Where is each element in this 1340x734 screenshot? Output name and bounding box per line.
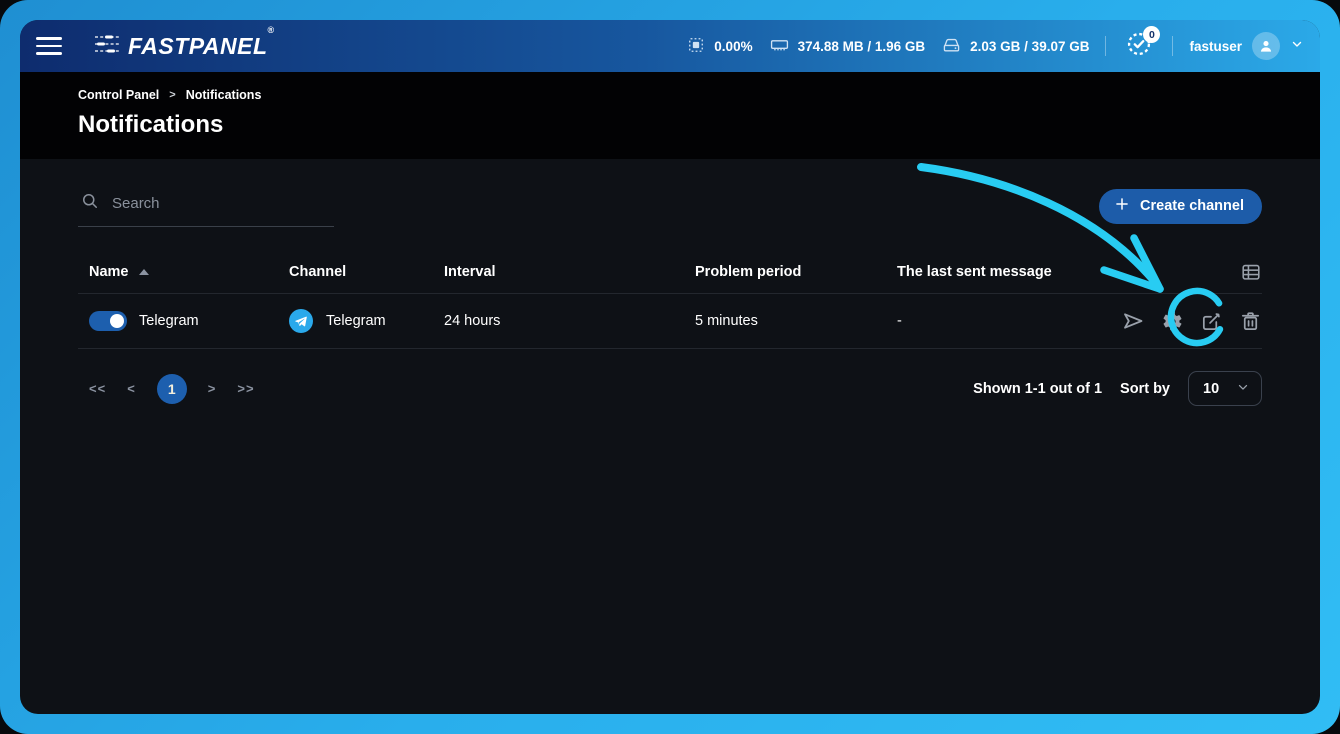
content: Create channel Name Channel Interval Pro… bbox=[20, 159, 1320, 406]
topbar: FASTPANEL® 0.00% bbox=[20, 20, 1320, 72]
telegram-icon bbox=[289, 309, 313, 333]
channel-name: Telegram bbox=[139, 313, 199, 329]
tasks-badge: 0 bbox=[1143, 26, 1160, 43]
avatar bbox=[1252, 32, 1280, 60]
chevron-down-icon bbox=[1290, 37, 1304, 56]
divider bbox=[1172, 36, 1173, 56]
channel-enabled-toggle[interactable] bbox=[89, 311, 127, 331]
table-row: Telegram Telegram 24 hours 5 minutes - bbox=[78, 294, 1262, 349]
create-channel-label: Create channel bbox=[1140, 198, 1244, 214]
page-header: Control Panel > Notifications Notificati… bbox=[20, 72, 1320, 159]
shown-count: Shown 1-1 out of 1 bbox=[973, 381, 1102, 397]
registered-mark: ® bbox=[268, 25, 275, 35]
table-header: Name Channel Interval Problem period The… bbox=[78, 251, 1262, 294]
page-title: Notifications bbox=[78, 111, 1262, 139]
user-menu[interactable]: fastuser bbox=[1189, 32, 1304, 60]
breadcrumb-notifications[interactable]: Notifications bbox=[186, 88, 262, 102]
search-field[interactable] bbox=[78, 185, 334, 227]
plus-icon bbox=[1113, 195, 1131, 217]
interval-value: 24 hours bbox=[444, 313, 695, 329]
last-page-button[interactable]: >> bbox=[237, 381, 254, 396]
column-settings-button[interactable] bbox=[1240, 261, 1262, 283]
send-test-button[interactable] bbox=[1121, 309, 1145, 333]
pagination-row: << < 1 > >> Shown 1-1 out of 1 Sort by 1… bbox=[78, 371, 1262, 406]
disk-icon bbox=[941, 35, 962, 58]
search-input[interactable] bbox=[112, 195, 332, 212]
logo-text: FASTPANEL® bbox=[128, 33, 275, 60]
sort-asc-icon bbox=[139, 269, 149, 275]
channel-type: Telegram bbox=[326, 313, 386, 329]
current-page-button[interactable]: 1 bbox=[157, 374, 187, 404]
menu-button[interactable] bbox=[30, 27, 68, 65]
ram-icon bbox=[769, 35, 790, 58]
cpu-value: 0.00% bbox=[714, 39, 752, 54]
header-problem-period: Problem period bbox=[695, 264, 897, 280]
screenshot-frame: FASTPANEL® 0.00% bbox=[0, 0, 1340, 734]
last-sent-value: - bbox=[897, 313, 1112, 329]
per-page-select[interactable]: 10 bbox=[1188, 371, 1262, 406]
logo[interactable]: FASTPANEL® bbox=[94, 33, 275, 60]
prev-page-button[interactable]: < bbox=[127, 381, 136, 396]
create-channel-button[interactable]: Create channel bbox=[1099, 189, 1262, 224]
next-page-button[interactable]: > bbox=[208, 381, 217, 396]
divider bbox=[1105, 36, 1106, 56]
header-name[interactable]: Name bbox=[89, 264, 289, 280]
cpu-stat: 0.00% bbox=[686, 35, 752, 58]
equalizer-icon bbox=[94, 33, 120, 60]
app-panel: FASTPANEL® 0.00% bbox=[20, 20, 1320, 714]
search-icon bbox=[80, 191, 100, 216]
tasks-button[interactable]: 0 bbox=[1122, 29, 1156, 63]
problem-period-value: 5 minutes bbox=[695, 313, 897, 329]
header-channel: Channel bbox=[289, 264, 444, 280]
header-last-sent: The last sent message bbox=[897, 264, 1112, 280]
channels-table: Name Channel Interval Problem period The… bbox=[78, 251, 1262, 349]
row-actions bbox=[1112, 309, 1262, 333]
ram-stat: 374.88 MB / 1.96 GB bbox=[769, 35, 926, 58]
select-chevron-icon bbox=[1236, 380, 1250, 398]
per-page-value: 10 bbox=[1203, 381, 1219, 397]
username: fastuser bbox=[1189, 39, 1242, 54]
cpu-icon bbox=[686, 35, 706, 58]
breadcrumb: Control Panel > Notifications bbox=[78, 88, 1262, 102]
sort-by-label: Sort by bbox=[1120, 381, 1170, 397]
disk-value: 2.03 GB / 39.07 GB bbox=[970, 39, 1089, 54]
settings-button[interactable] bbox=[1160, 309, 1184, 333]
breadcrumb-separator: > bbox=[169, 89, 175, 101]
breadcrumb-control-panel[interactable]: Control Panel bbox=[78, 88, 159, 102]
pagination: << < 1 > >> bbox=[89, 374, 255, 404]
first-page-button[interactable]: << bbox=[89, 381, 106, 396]
delete-button[interactable] bbox=[1238, 309, 1262, 333]
header-interval: Interval bbox=[444, 264, 695, 280]
disk-stat: 2.03 GB / 39.07 GB bbox=[941, 35, 1089, 58]
ram-value: 374.88 MB / 1.96 GB bbox=[798, 39, 926, 54]
edit-button[interactable] bbox=[1199, 309, 1223, 333]
